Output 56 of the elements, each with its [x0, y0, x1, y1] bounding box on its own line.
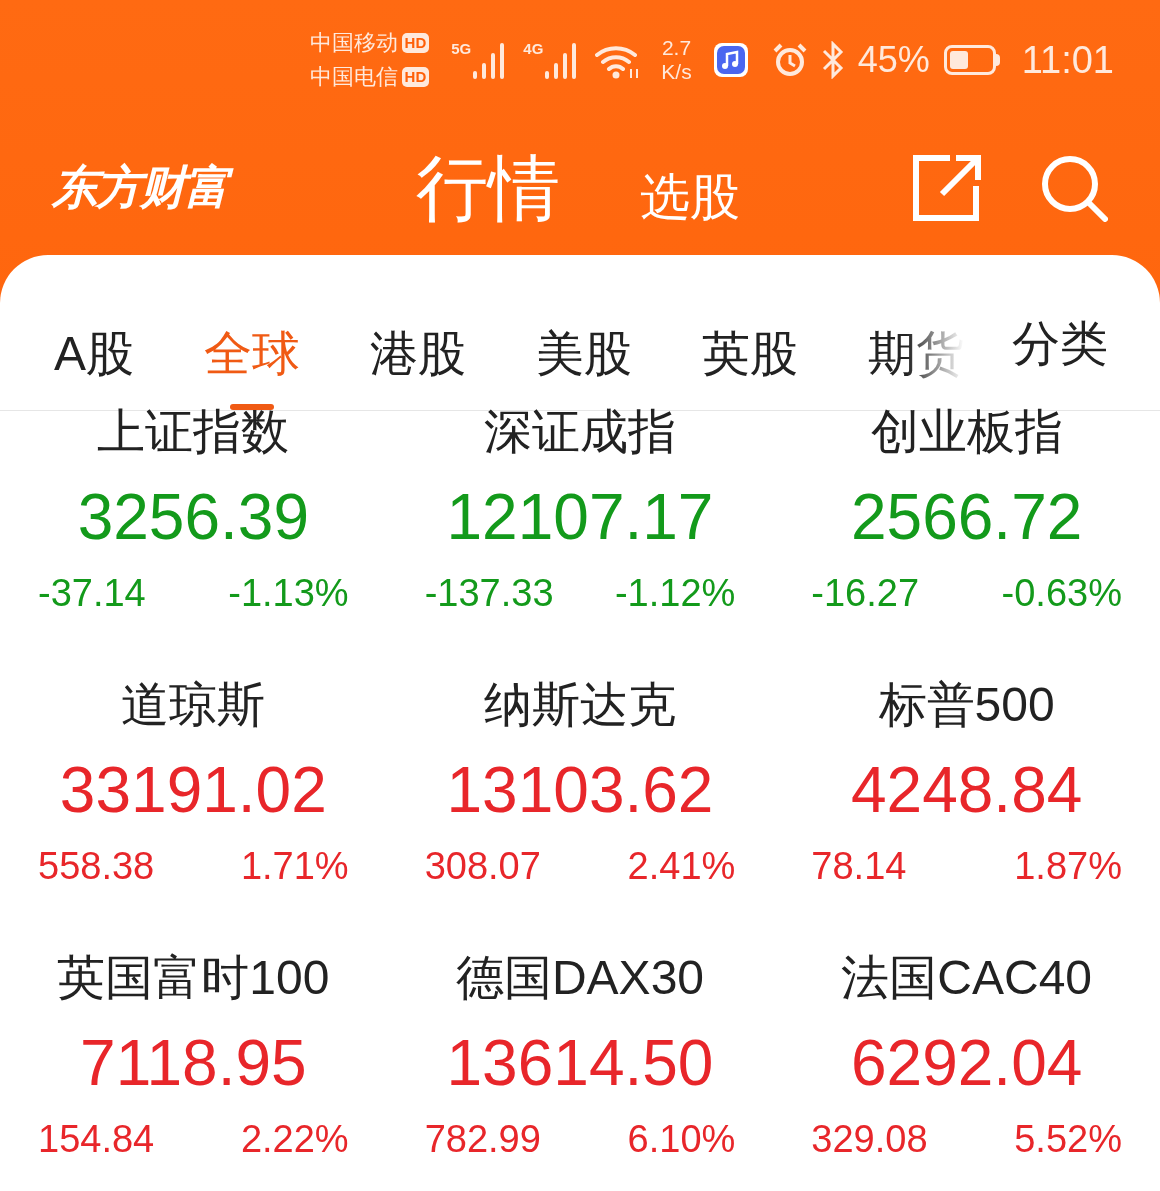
- change-value: 782.99: [424, 1117, 541, 1162]
- index-name: 道琼斯: [121, 680, 266, 730]
- index-value: 6292.04: [851, 1026, 1083, 1101]
- change-value: -37.14: [38, 571, 146, 616]
- change-value: -137.33: [424, 571, 554, 616]
- index-value: 3256.39: [77, 480, 309, 555]
- carrier-name: 中国电信: [309, 63, 398, 91]
- network-speed: K/s: [661, 60, 692, 84]
- change-percent: -1.13%: [228, 571, 349, 616]
- index-value: 33191.02: [59, 753, 327, 828]
- change-percent: 1.87%: [1014, 844, 1122, 889]
- market-tab[interactable]: 港股: [370, 320, 466, 410]
- share-icon[interactable]: [912, 153, 982, 222]
- index-name: 创业板指: [870, 407, 1063, 457]
- battery-percent: 45%: [857, 38, 930, 82]
- bluetooth-icon: [821, 41, 844, 79]
- clock: 11:01: [1021, 37, 1114, 83]
- index-name: 英国富时100: [57, 953, 330, 1003]
- change-value: 558.38: [38, 844, 155, 889]
- index-name: 深证成指: [484, 407, 676, 457]
- search-icon[interactable]: [1040, 153, 1108, 222]
- market-tab[interactable]: 英股: [702, 320, 798, 410]
- carrier-name: 中国移动: [309, 29, 398, 57]
- change-value: 78.14: [811, 844, 907, 889]
- change-percent: 6.10%: [627, 1117, 736, 1162]
- change-percent: 2.41%: [627, 844, 736, 889]
- index-name: 标普500: [878, 680, 1055, 730]
- index-name: 上证指数: [97, 407, 290, 457]
- change-value: 329.08: [811, 1117, 928, 1162]
- network-speed: 2.7: [661, 36, 692, 60]
- category-button[interactable]: 分类: [1012, 314, 1108, 374]
- index-value: 13614.50: [446, 1026, 714, 1101]
- index-name: 德国DAX30: [455, 953, 705, 1003]
- app-logo: 东方财富: [52, 153, 392, 222]
- index-value: 12107.17: [446, 480, 714, 555]
- index-value: 13103.62: [446, 753, 714, 828]
- change-percent: 5.52%: [1014, 1117, 1122, 1162]
- hd-badge: HD: [401, 67, 430, 87]
- change-value: 308.07: [424, 844, 541, 889]
- index-value: 4248.84: [851, 753, 1083, 828]
- index-name: 纳斯达克: [484, 680, 676, 730]
- network-type: 4G: [523, 41, 544, 57]
- index-name: 法国CAC40: [841, 953, 1092, 1003]
- network-type: 5G: [451, 41, 472, 57]
- index-value: 2566.72: [851, 480, 1083, 555]
- change-percent: 1.71%: [240, 844, 349, 889]
- change-value: 154.84: [38, 1117, 155, 1162]
- music-app-icon: [713, 43, 748, 77]
- battery-icon: [943, 45, 1000, 75]
- change-value: -16.27: [811, 571, 920, 616]
- index-value: 7118.95: [80, 1026, 307, 1101]
- change-percent: -0.63%: [1001, 571, 1122, 616]
- change-percent: -1.12%: [614, 571, 736, 616]
- change-percent: 2.22%: [240, 1117, 349, 1162]
- hd-badge: HD: [401, 33, 430, 53]
- alarm-icon: [771, 42, 808, 78]
